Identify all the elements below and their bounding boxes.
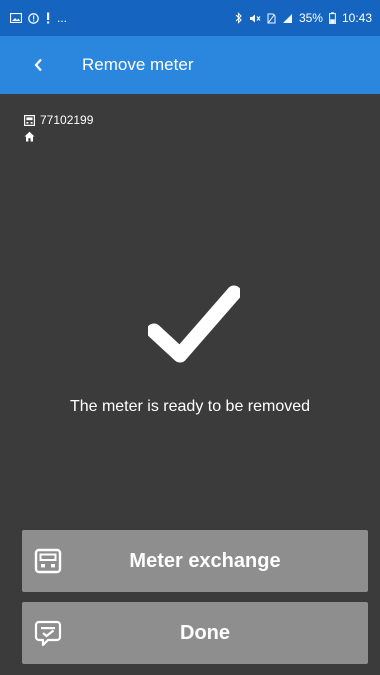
- bluetooth-icon: [235, 12, 242, 24]
- meter-exchange-button[interactable]: Meter exchange: [22, 530, 368, 592]
- no-sim-icon: [267, 13, 276, 23]
- notification-more-indicator: ...: [57, 11, 68, 25]
- mute-icon: [249, 14, 261, 22]
- exclamation-icon: [47, 12, 50, 24]
- home-icon: [24, 131, 35, 141]
- app-toolbar: Remove meter: [0, 36, 380, 94]
- meter-info: 77102199: [24, 112, 93, 144]
- back-button[interactable]: [26, 53, 50, 77]
- meter-location-row: [24, 128, 93, 144]
- meter-icon: [34, 548, 62, 574]
- checklist-icon: [34, 620, 62, 647]
- status-left-icons: ...: [10, 11, 67, 25]
- screen: ... 35% 10:43 Remove meter 77102199 The …: [0, 0, 380, 675]
- meter-number: 77102199: [40, 113, 94, 127]
- chevron-left-icon: [34, 58, 42, 72]
- status-message: The meter is ready to be removed: [69, 398, 311, 415]
- signal-icon: [282, 13, 292, 23]
- alert-icon: [28, 12, 39, 24]
- checkmark-icon: [148, 285, 240, 363]
- status-right-icons: 35% 10:43: [235, 11, 372, 25]
- meter-number-row: 77102199: [24, 112, 93, 128]
- meter-exchange-label: Meter exchange: [129, 549, 281, 572]
- meter-icon: [24, 114, 35, 126]
- status-bar: ... 35% 10:43: [0, 0, 380, 36]
- done-label: Done: [180, 621, 230, 644]
- clock: 10:43: [341, 11, 372, 25]
- battery-icon: [329, 12, 336, 24]
- page-title: Remove meter: [82, 55, 194, 74]
- done-button[interactable]: Done: [22, 602, 368, 664]
- battery-level: 35%: [298, 11, 323, 25]
- image-icon: [10, 13, 22, 23]
